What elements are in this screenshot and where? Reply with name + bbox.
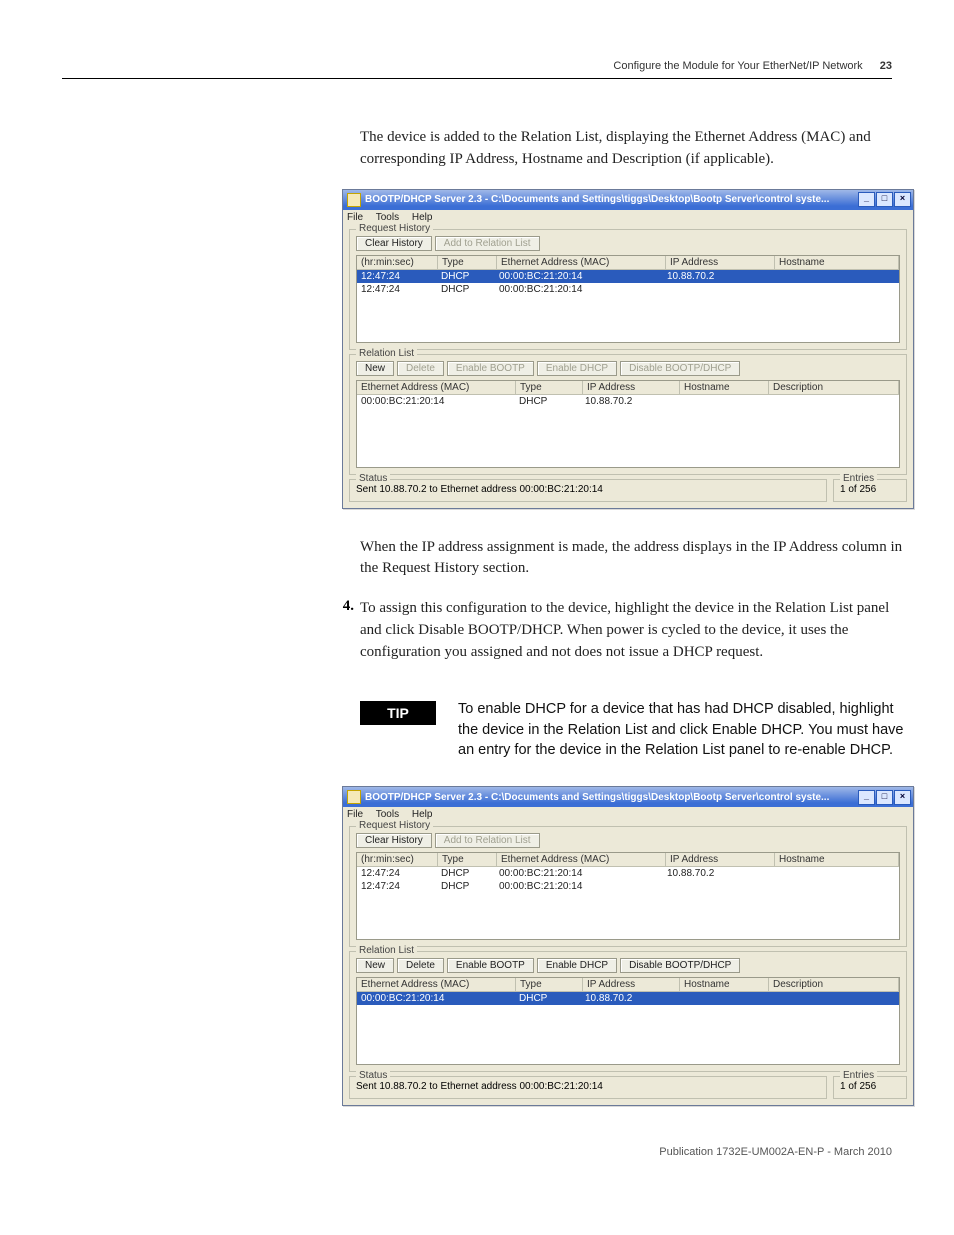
entries-label: Entries	[840, 473, 877, 484]
disable-bootp-dhcp-button[interactable]: Disable BOOTP/DHCP	[620, 958, 740, 973]
bootp-window-1: BOOTP/DHCP Server 2.3 - C:\Documents and…	[342, 189, 914, 509]
tip-badge: TIP	[360, 701, 436, 725]
new-button[interactable]: New	[356, 958, 394, 973]
close-button[interactable]: ×	[894, 192, 911, 207]
page-number: 23	[880, 60, 892, 72]
relation-list-group: Relation List New Delete Enable BOOTP En…	[349, 354, 907, 475]
col-mac[interactable]: Ethernet Address (MAC)	[357, 978, 516, 991]
menu-file[interactable]: File	[347, 212, 363, 223]
close-button[interactable]: ×	[894, 790, 911, 805]
disable-bootp-dhcp-button[interactable]: Disable BOOTP/DHCP	[620, 361, 740, 376]
bootp-window-2: BOOTP/DHCP Server 2.3 - C:\Documents and…	[342, 786, 914, 1106]
col-mac[interactable]: Ethernet Address (MAC)	[357, 381, 516, 394]
entries-box: Entries 1 of 256	[833, 479, 907, 502]
col-host[interactable]: Hostname	[775, 853, 899, 866]
enable-dhcp-button[interactable]: Enable DHCP	[537, 361, 617, 376]
status-label: Status	[356, 473, 390, 484]
col-ip[interactable]: IP Address	[583, 978, 680, 991]
step-number-4: 4.	[328, 598, 354, 615]
list-row[interactable]: 12:47:24 DHCP 00:00:BC:21:20:14	[357, 283, 899, 296]
request-history-list[interactable]: (hr:min:sec) Type Ethernet Address (MAC)…	[356, 255, 900, 343]
request-history-list[interactable]: (hr:min:sec) Type Ethernet Address (MAC)…	[356, 852, 900, 940]
col-ip[interactable]: IP Address	[666, 256, 775, 269]
menu-help[interactable]: Help	[412, 212, 433, 223]
footer-publication: Publication 1732E-UM002A-EN-P - March 20…	[62, 1146, 892, 1158]
menu-tools[interactable]: Tools	[376, 809, 399, 820]
list-row[interactable]: 12:47:24 DHCP 00:00:BC:21:20:14 10.88.70…	[357, 867, 899, 880]
paragraph-after-window1: When the IP address assignment is made, …	[360, 537, 912, 581]
delete-button[interactable]: Delete	[397, 958, 444, 973]
status-box: Status Sent 10.88.70.2 to Ethernet addre…	[349, 479, 827, 502]
header-rule	[62, 78, 892, 79]
add-to-relation-button[interactable]: Add to Relation List	[435, 833, 540, 848]
request-history-label: Request History	[356, 820, 433, 831]
relation-list-label: Relation List	[356, 348, 417, 359]
relation-list[interactable]: Ethernet Address (MAC) Type IP Address H…	[356, 977, 900, 1065]
request-history-group: Request History Clear History Add to Rel…	[349, 826, 907, 947]
enable-dhcp-button[interactable]: Enable DHCP	[537, 958, 617, 973]
col-type[interactable]: Type	[438, 853, 497, 866]
app-icon	[347, 790, 361, 804]
col-mac[interactable]: Ethernet Address (MAC)	[497, 256, 666, 269]
status-label: Status	[356, 1070, 390, 1081]
enable-bootp-button[interactable]: Enable BOOTP	[447, 361, 534, 376]
list-row[interactable]: 00:00:BC:21:20:14 DHCP 10.88.70.2	[357, 395, 899, 408]
window-title: BOOTP/DHCP Server 2.3 - C:\Documents and…	[365, 792, 858, 803]
window-title: BOOTP/DHCP Server 2.3 - C:\Documents and…	[365, 194, 858, 205]
col-type[interactable]: Type	[438, 256, 497, 269]
menu-help[interactable]: Help	[412, 809, 433, 820]
app-icon	[347, 193, 361, 207]
col-ip[interactable]: IP Address	[666, 853, 775, 866]
col-ip[interactable]: IP Address	[583, 381, 680, 394]
enable-bootp-button[interactable]: Enable BOOTP	[447, 958, 534, 973]
titlebar[interactable]: BOOTP/DHCP Server 2.3 - C:\Documents and…	[343, 787, 913, 807]
entries-box: Entries 1 of 256	[833, 1076, 907, 1099]
col-type[interactable]: Type	[516, 381, 583, 394]
menu-file[interactable]: File	[347, 809, 363, 820]
step-4-text: To assign this configuration to the devi…	[360, 598, 912, 663]
titlebar[interactable]: BOOTP/DHCP Server 2.3 - C:\Documents and…	[343, 190, 913, 210]
minimize-button[interactable]: _	[858, 192, 875, 207]
col-host[interactable]: Hostname	[775, 256, 899, 269]
relation-list[interactable]: Ethernet Address (MAC) Type IP Address H…	[356, 380, 900, 468]
list-row[interactable]: 12:47:24 DHCP 00:00:BC:21:20:14 10.88.70…	[357, 270, 899, 283]
col-desc[interactable]: Description	[769, 978, 899, 991]
clear-history-button[interactable]: Clear History	[356, 236, 432, 251]
relation-list-label: Relation List	[356, 945, 417, 956]
maximize-button[interactable]: □	[876, 192, 893, 207]
running-title: Configure the Module for Your EtherNet/I…	[613, 60, 862, 72]
col-host[interactable]: Hostname	[680, 978, 769, 991]
col-time[interactable]: (hr:min:sec)	[357, 256, 438, 269]
minimize-button[interactable]: _	[858, 790, 875, 805]
tip-block: TIP To enable DHCP for a device that has…	[360, 699, 912, 760]
col-mac[interactable]: Ethernet Address (MAC)	[497, 853, 666, 866]
list-row[interactable]: 00:00:BC:21:20:14 DHCP 10.88.70.2	[357, 992, 899, 1005]
col-time[interactable]: (hr:min:sec)	[357, 853, 438, 866]
clear-history-button[interactable]: Clear History	[356, 833, 432, 848]
entries-text: 1 of 256	[840, 484, 900, 495]
menu-tools[interactable]: Tools	[376, 212, 399, 223]
maximize-button[interactable]: □	[876, 790, 893, 805]
relation-list-group: Relation List New Delete Enable BOOTP En…	[349, 951, 907, 1072]
request-history-label: Request History	[356, 223, 433, 234]
paragraph-intro: The device is added to the Relation List…	[360, 127, 912, 171]
delete-button[interactable]: Delete	[397, 361, 444, 376]
new-button[interactable]: New	[356, 361, 394, 376]
status-text: Sent 10.88.70.2 to Ethernet address 00:0…	[356, 1081, 820, 1092]
status-box: Status Sent 10.88.70.2 to Ethernet addre…	[349, 1076, 827, 1099]
status-text: Sent 10.88.70.2 to Ethernet address 00:0…	[356, 484, 820, 495]
request-history-group: Request History Clear History Add to Rel…	[349, 229, 907, 350]
add-to-relation-button[interactable]: Add to Relation List	[435, 236, 540, 251]
col-desc[interactable]: Description	[769, 381, 899, 394]
entries-text: 1 of 256	[840, 1081, 900, 1092]
running-head: Configure the Module for Your EtherNet/I…	[62, 60, 892, 72]
list-row[interactable]: 12:47:24 DHCP 00:00:BC:21:20:14	[357, 880, 899, 893]
tip-text: To enable DHCP for a device that has had…	[458, 699, 912, 760]
entries-label: Entries	[840, 1070, 877, 1081]
col-type[interactable]: Type	[516, 978, 583, 991]
col-host[interactable]: Hostname	[680, 381, 769, 394]
